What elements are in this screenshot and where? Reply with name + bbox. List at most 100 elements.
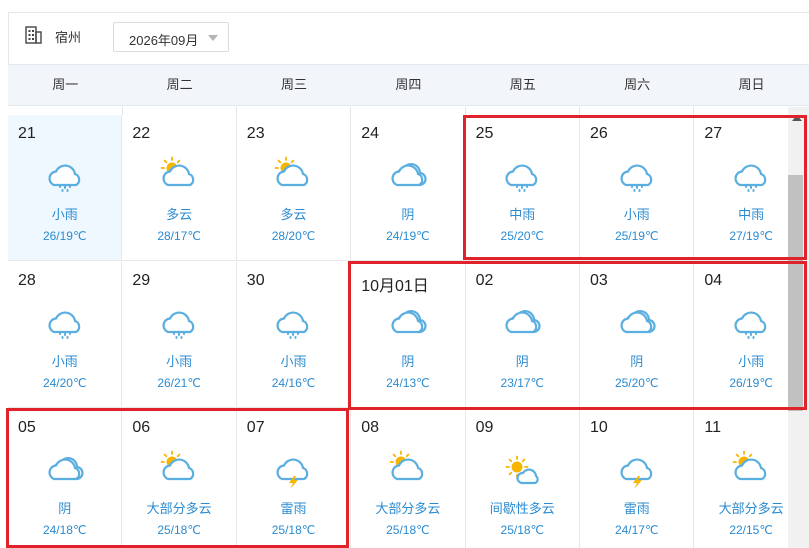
day-cell[interactable]: 25 中雨 25/20℃ xyxy=(465,115,580,261)
scrollbar-thumb[interactable] xyxy=(788,175,803,411)
weather-condition: 阴 xyxy=(401,207,415,222)
day-cell[interactable]: 10月01日阴 24/13℃ xyxy=(351,262,466,408)
temperature-range: 25/18℃ xyxy=(386,523,430,537)
rain-icon xyxy=(48,311,80,339)
weekday-tue: 周二 xyxy=(166,77,193,92)
temperature-range: 24/13℃ xyxy=(386,376,430,390)
day-cell[interactable]: 22 多云 28/17℃ xyxy=(122,115,237,261)
day-number: 29 xyxy=(132,272,151,289)
scrollbar[interactable] xyxy=(788,107,809,548)
weather-condition: 雷雨 xyxy=(623,501,650,516)
weather-condition: 多云 xyxy=(280,207,307,222)
temperature-range: 25/18℃ xyxy=(157,523,201,537)
day-cell[interactable]: 08 大部分多云 25/18℃ xyxy=(351,409,466,548)
day-number: 08 xyxy=(361,419,379,436)
temperature-range: 25/20℃ xyxy=(500,229,545,243)
calendar-header: 宿州 2026年09月 xyxy=(8,12,809,64)
intermittent-cloudy-icon xyxy=(505,455,539,485)
weekday-sun: 周日 xyxy=(738,77,765,92)
weather-condition: 阴 xyxy=(515,354,529,369)
city-name[interactable]: 宿州 xyxy=(55,27,81,46)
temperature-range: 28/20℃ xyxy=(271,229,316,243)
temperature-range: 25/18℃ xyxy=(500,523,545,537)
rain-icon xyxy=(162,311,195,339)
day-cell[interactable]: 21 小雨 26/19℃ xyxy=(8,115,123,261)
day-number: 25 xyxy=(475,125,494,142)
day-cell[interactable]: 23 多云 28/20℃ xyxy=(236,115,352,261)
weekday-fri: 周五 xyxy=(509,77,536,92)
building-icon xyxy=(25,26,42,44)
temperature-range: 25/19℃ xyxy=(614,229,659,243)
weather-condition: 阴 xyxy=(58,501,72,516)
weather-condition: 小雨 xyxy=(166,354,193,369)
day-cell[interactable]: 29 小雨 26/21℃ xyxy=(122,262,237,408)
weekday-wed: 周三 xyxy=(280,77,307,92)
weather-condition: 大部分多云 xyxy=(375,501,441,516)
day-number: 28 xyxy=(18,272,36,289)
temperature-range: 24/17℃ xyxy=(614,523,659,537)
chevron-down-icon xyxy=(208,35,218,41)
weekday-sat: 周六 xyxy=(624,77,651,92)
day-number: 03 xyxy=(590,272,608,289)
day-cell[interactable]: 03 阴 25/20℃ xyxy=(580,262,695,408)
day-number: 02 xyxy=(475,272,494,289)
temperature-range: 26/21℃ xyxy=(157,376,201,390)
temperature-range: 24/18℃ xyxy=(42,523,87,537)
day-number: 09 xyxy=(475,419,494,436)
day-number: 10月01日 xyxy=(361,278,429,295)
temperature-range: 24/16℃ xyxy=(271,376,316,390)
partly-cloudy-icon xyxy=(160,156,195,187)
day-number: 05 xyxy=(18,419,36,436)
weekday-header: 周一 周二 周三 周四 周五 周六 周日 xyxy=(8,64,809,106)
weather-condition: 中雨 xyxy=(509,207,536,222)
day-number: 24 xyxy=(361,125,379,142)
rain-icon xyxy=(276,311,309,339)
day-number: 11 xyxy=(704,419,721,436)
weather-condition: 大部分多云 xyxy=(146,501,212,516)
overcast-icon xyxy=(391,310,427,334)
previous-row-edge xyxy=(8,107,788,115)
day-number: 21 xyxy=(18,125,36,142)
rain-icon xyxy=(620,164,652,192)
thunderstorm-icon xyxy=(620,458,652,489)
weather-condition: 小雨 xyxy=(280,354,307,369)
temperature-range: 24/19℃ xyxy=(386,229,430,243)
partly-cloudy-icon xyxy=(275,156,309,187)
day-cell[interactable]: 28 小雨 24/20℃ xyxy=(8,262,123,408)
day-cell[interactable]: 02 阴 23/17℃ xyxy=(465,262,580,408)
month-select[interactable]: 2026年09月 xyxy=(113,22,229,52)
weather-condition: 雷雨 xyxy=(280,501,307,516)
rain-icon xyxy=(734,164,767,192)
day-cell[interactable]: 07 雷雨 25/18℃ xyxy=(236,409,352,548)
day-cell[interactable]: 26 小雨 25/19℃ xyxy=(580,115,695,261)
day-cell[interactable]: 30 小雨 24/16℃ xyxy=(236,262,352,408)
day-cell[interactable]: 24 阴 24/19℃ xyxy=(351,115,466,261)
temperature-range: 28/17℃ xyxy=(157,229,201,243)
day-number: 30 xyxy=(246,272,265,289)
day-cell[interactable]: 10 雷雨 24/17℃ xyxy=(580,409,695,548)
day-cell[interactable]: 09 间歇性多云 25/18℃ xyxy=(465,409,580,548)
temperature-range: 26/19℃ xyxy=(42,229,87,243)
weekday-mon: 周一 xyxy=(52,77,79,92)
day-number: 27 xyxy=(704,125,723,142)
thunderstorm-icon xyxy=(276,458,309,489)
day-cell[interactable]: 06 大部分多云 25/18℃ xyxy=(122,409,237,548)
scroll-up-arrow-icon[interactable] xyxy=(792,115,802,121)
day-number: 10 xyxy=(590,419,608,436)
rain-icon xyxy=(48,164,80,192)
weather-condition: 小雨 xyxy=(51,354,78,369)
weather-condition: 阴 xyxy=(630,354,644,369)
weather-condition: 阴 xyxy=(401,354,415,369)
overcast-icon xyxy=(620,310,656,334)
rain-icon xyxy=(734,311,767,339)
month-select-value: 2026年09月 xyxy=(129,33,199,48)
temperature-range: 25/18℃ xyxy=(271,523,316,537)
day-cell[interactable]: 05 阴 24/18℃ xyxy=(8,409,123,548)
partly-cloudy-icon xyxy=(389,450,424,481)
day-number: 04 xyxy=(704,272,723,289)
temperature-range: 25/20℃ xyxy=(614,376,659,390)
temperature-range: 24/20℃ xyxy=(42,376,87,390)
day-number: 06 xyxy=(132,419,151,436)
overcast-icon xyxy=(505,310,541,334)
day-number: 22 xyxy=(132,125,151,142)
